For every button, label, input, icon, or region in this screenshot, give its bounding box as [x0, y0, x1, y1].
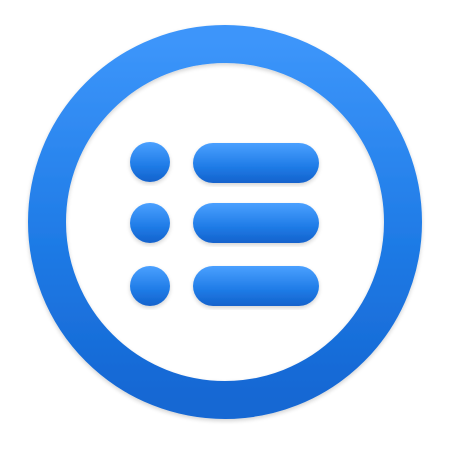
- bullet-dot-2: [130, 203, 170, 243]
- list-line-3: [193, 266, 319, 306]
- bullet-dot-3: [130, 266, 170, 306]
- list-menu-icon: [28, 25, 422, 419]
- icon-canvas: [0, 0, 450, 450]
- list-line-2: [193, 203, 319, 243]
- list-line-1: [193, 143, 319, 183]
- bullet-dot-1: [130, 142, 170, 182]
